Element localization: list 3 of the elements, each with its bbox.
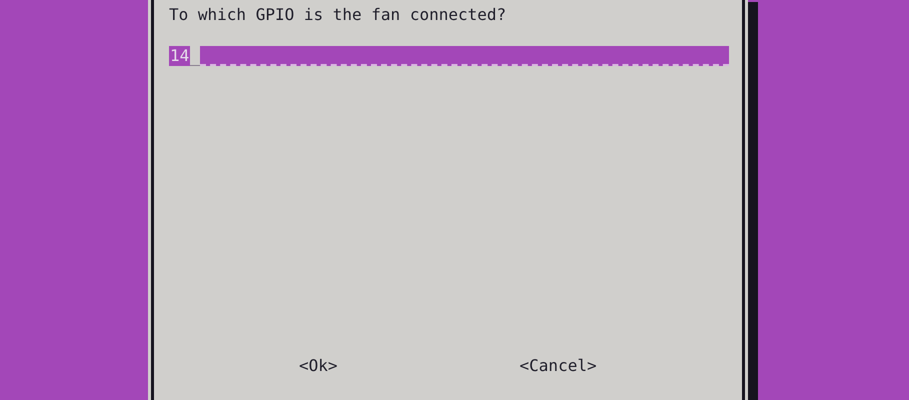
ok-button[interactable]: <Ok> <box>299 356 338 375</box>
cancel-button[interactable]: <Cancel> <box>520 356 597 375</box>
prompt-text: To which GPIO is the fan connected? <box>169 5 508 24</box>
